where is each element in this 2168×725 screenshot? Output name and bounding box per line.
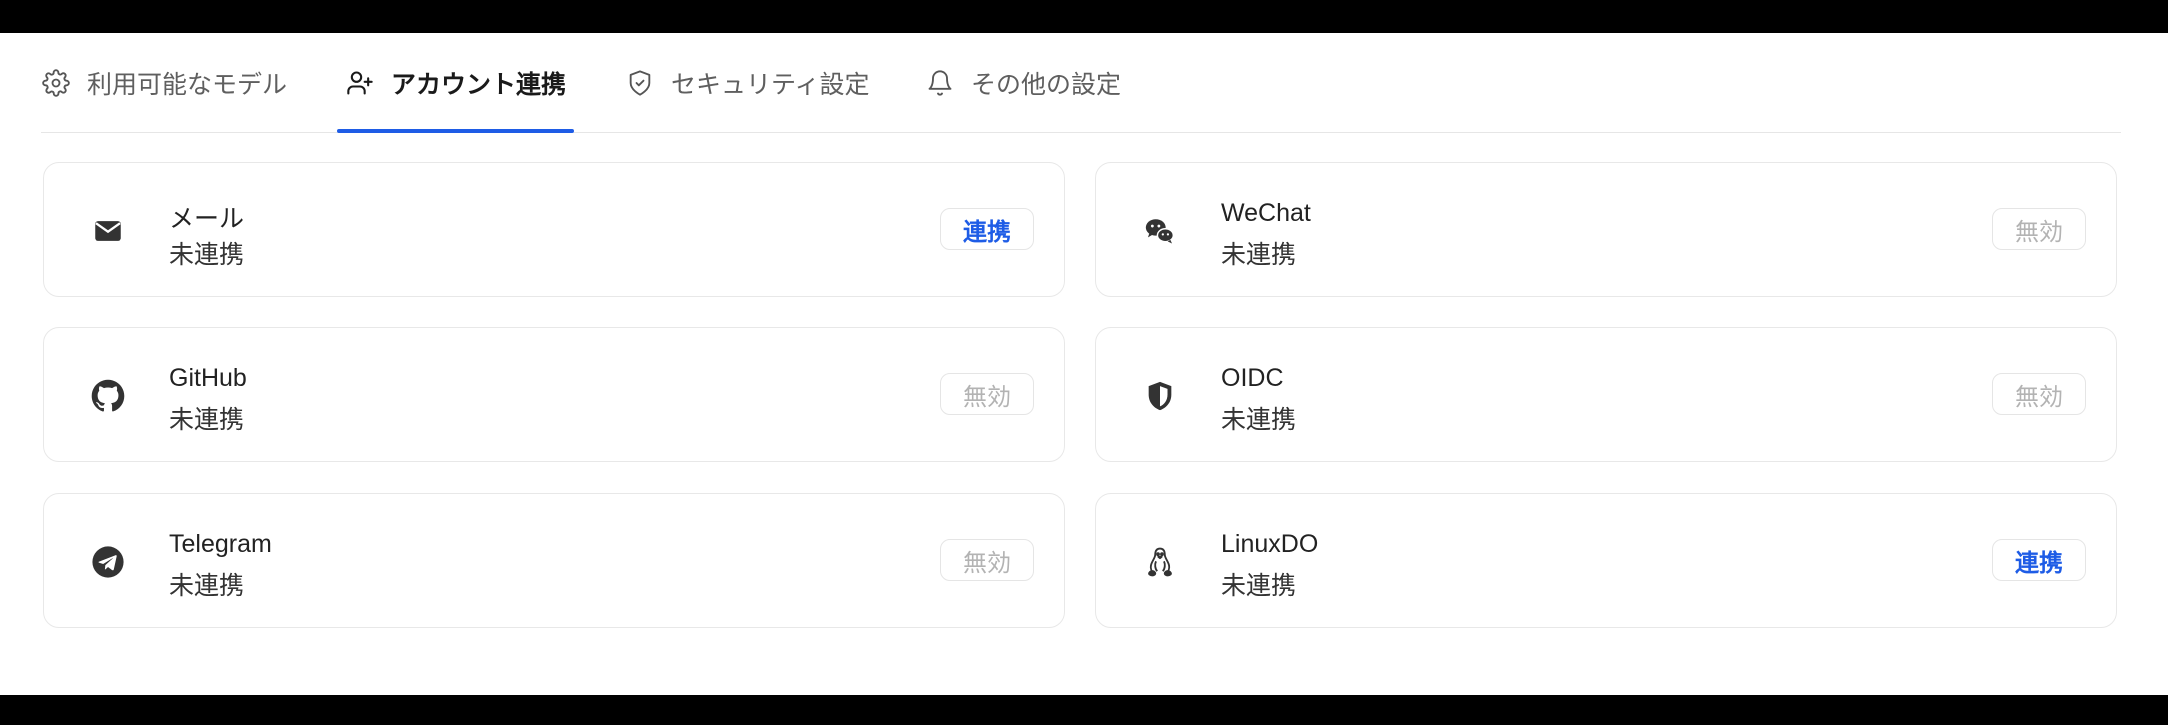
tab-label: セキュリティ設定 (671, 70, 870, 99)
account-status: 未連携 (169, 572, 245, 600)
account-card-github: GitHub 未連携 無効 (43, 327, 1065, 462)
gear-icon (41, 68, 71, 98)
account-name: GitHub (169, 364, 247, 392)
account-card-telegram: Telegram 未連携 無効 (43, 493, 1065, 628)
settings-tabs: 利用可能なモデル アカウント連携 セキュリティ設定 その他の設定 (41, 33, 2121, 133)
account-card-linuxdo: LinuxDO 未連携 連携 (1095, 493, 2117, 628)
tab-security-settings[interactable]: セキュリティ設定 (625, 33, 870, 132)
account-name: WeChat (1221, 199, 1311, 227)
account-card-mail: メール 未連携 連携 (43, 162, 1065, 297)
disabled-button[interactable]: 無効 (1992, 208, 2086, 250)
wechat-icon (1140, 211, 1180, 251)
account-status: 未連携 (169, 406, 245, 434)
telegram-icon (88, 542, 128, 582)
account-name: OIDC (1221, 364, 1284, 392)
shield-half-icon (1140, 376, 1180, 416)
link-button[interactable]: 連携 (1992, 539, 2086, 581)
tab-available-models[interactable]: 利用可能なモデル (41, 33, 287, 132)
disabled-button[interactable]: 無効 (1992, 373, 2086, 415)
disabled-button[interactable]: 無効 (940, 539, 1034, 581)
account-status: 未連携 (1221, 241, 1297, 269)
disabled-button[interactable]: 無効 (940, 373, 1034, 415)
account-card-oidc: OIDC 未連携 無効 (1095, 327, 2117, 462)
tab-label: アカウント連携 (391, 70, 567, 99)
account-name: Telegram (169, 530, 272, 558)
tab-account-linking[interactable]: アカウント連携 (337, 33, 575, 133)
account-name: LinuxDO (1221, 530, 1319, 558)
account-status: 未連携 (169, 241, 245, 269)
account-card-wechat: WeChat 未連携 無効 (1095, 162, 2117, 297)
user-plus-icon (345, 68, 375, 98)
active-tab-indicator (337, 129, 575, 133)
bell-icon (925, 68, 955, 98)
tab-label: 利用可能なモデル (87, 70, 288, 99)
account-status: 未連携 (1221, 572, 1297, 600)
tab-other-settings[interactable]: その他の設定 (925, 33, 1121, 132)
penguin-icon (1140, 542, 1180, 582)
link-button[interactable]: 連携 (940, 208, 1034, 250)
github-icon (88, 376, 128, 416)
account-status: 未連携 (1221, 406, 1297, 434)
account-name: メール (169, 205, 245, 233)
settings-panel: 利用可能なモデル アカウント連携 セキュリティ設定 その他の設定 メール 未連携… (0, 33, 2168, 695)
shield-check-icon (625, 68, 655, 98)
tab-label: その他の設定 (971, 70, 1122, 99)
mail-icon (88, 211, 128, 251)
